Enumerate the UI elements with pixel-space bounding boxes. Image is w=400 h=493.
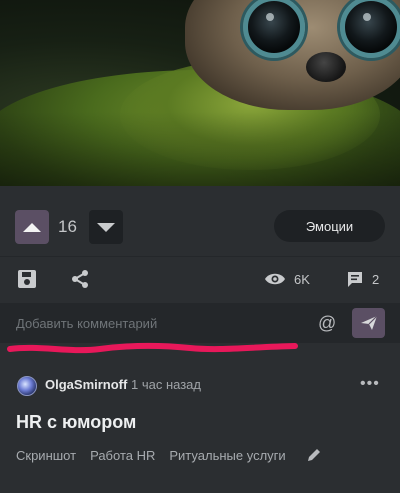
tag-item[interactable]: Работа HR xyxy=(90,448,155,463)
post-card: OlgaSmirnoff 1 час назад ••• HR с юмором… xyxy=(0,362,400,493)
arrow-down-icon xyxy=(97,222,115,232)
more-options-icon[interactable]: ••• xyxy=(360,375,380,393)
upvote-button[interactable] xyxy=(15,210,49,244)
comment-icon xyxy=(348,272,362,287)
save-icon[interactable] xyxy=(18,270,36,288)
post-time: 1 час назад xyxy=(131,377,201,392)
send-button[interactable] xyxy=(352,308,385,338)
tag-list: Скриншот Работа HR Ритуальные услуги xyxy=(16,447,322,463)
rating-score: 16 xyxy=(58,217,77,236)
avatar[interactable] xyxy=(17,376,37,396)
share-icon[interactable] xyxy=(70,269,90,289)
action-bar: 6K 2 xyxy=(0,256,400,302)
send-icon xyxy=(360,315,377,330)
vote-bar: 16 Эмоции xyxy=(0,186,400,266)
views-counter: 6K xyxy=(264,269,310,289)
arrow-up-icon xyxy=(23,222,41,232)
comments-counter[interactable]: 2 xyxy=(346,269,379,289)
emotions-button[interactable]: Эмоции xyxy=(274,210,385,242)
comment-input[interactable] xyxy=(16,312,296,334)
views-count: 6K xyxy=(294,271,310,287)
tag-item[interactable]: Ритуальные услуги xyxy=(169,448,285,463)
comments-count: 2 xyxy=(372,271,380,287)
post-title[interactable]: HR с юмором xyxy=(16,412,136,433)
mention-icon[interactable]: @ xyxy=(318,313,336,333)
tag-item[interactable]: Скриншот xyxy=(16,448,76,463)
downvote-button[interactable] xyxy=(89,210,123,244)
pencil-icon[interactable] xyxy=(306,447,322,463)
eye-icon xyxy=(265,273,285,285)
red-underline-annotation xyxy=(7,342,298,354)
image-shade xyxy=(0,0,400,186)
author-name[interactable]: OlgaSmirnoff xyxy=(45,377,127,392)
post-image[interactable] xyxy=(0,0,400,186)
